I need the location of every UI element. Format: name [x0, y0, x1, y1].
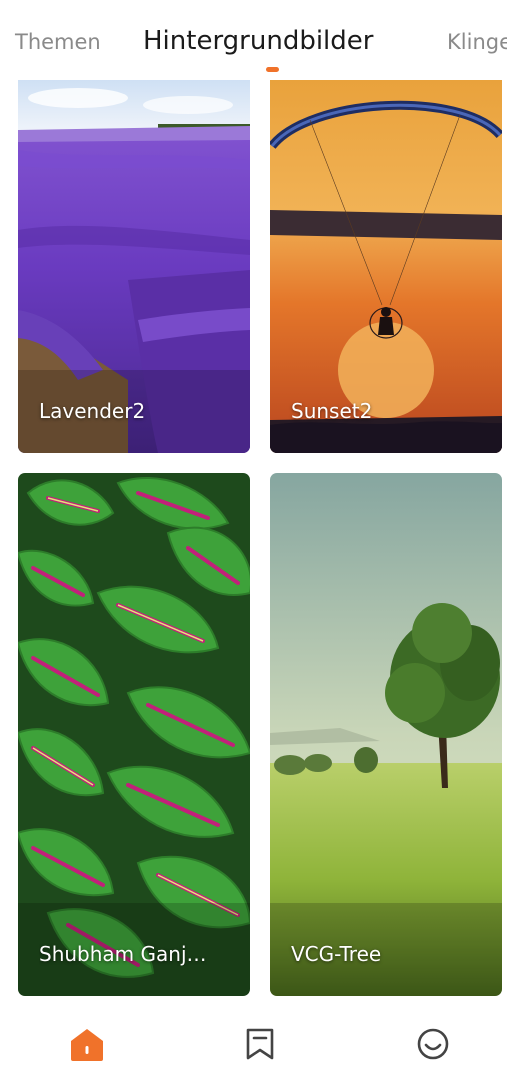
nav-profile-button[interactable] [413, 1024, 453, 1064]
nav-home-button[interactable] [67, 1024, 107, 1064]
wallpaper-title: VCG-Tree [291, 942, 382, 966]
wallpaper-card-tree[interactable]: VCG-Tree [270, 473, 502, 996]
wallpaper-title: Lavender2 [39, 399, 146, 423]
bookmark-icon [246, 1028, 274, 1060]
bottom-navigation [0, 1010, 520, 1080]
tab-themes[interactable]: Themen [15, 30, 101, 54]
tab-wallpapers[interactable]: Hintergrundbilder [143, 26, 373, 56]
home-icon [71, 1029, 103, 1061]
wallpaper-card-leaves[interactable]: Shubham Ganj… [18, 473, 250, 996]
tree-thumbnail [270, 473, 502, 996]
active-tab-indicator [266, 67, 279, 72]
nav-bookmark-button[interactable] [240, 1024, 280, 1064]
wallpaper-card-sunset[interactable]: Sunset2 [270, 80, 502, 453]
smiley-icon [417, 1028, 449, 1060]
leaves-thumbnail [18, 473, 250, 996]
wallpaper-card-lavender[interactable]: Lavender2 [18, 80, 250, 453]
tab-ringtones[interactable]: Klingeltöne [447, 30, 507, 54]
wallpaper-title: Shubham Ganj… [39, 942, 207, 966]
sunset-thumbnail [270, 80, 502, 453]
lavender-thumbnail [18, 80, 250, 453]
wallpaper-title: Sunset2 [291, 399, 373, 423]
category-tab-bar: Themen Hintergrundbilder Klingeltöne [0, 0, 520, 80]
